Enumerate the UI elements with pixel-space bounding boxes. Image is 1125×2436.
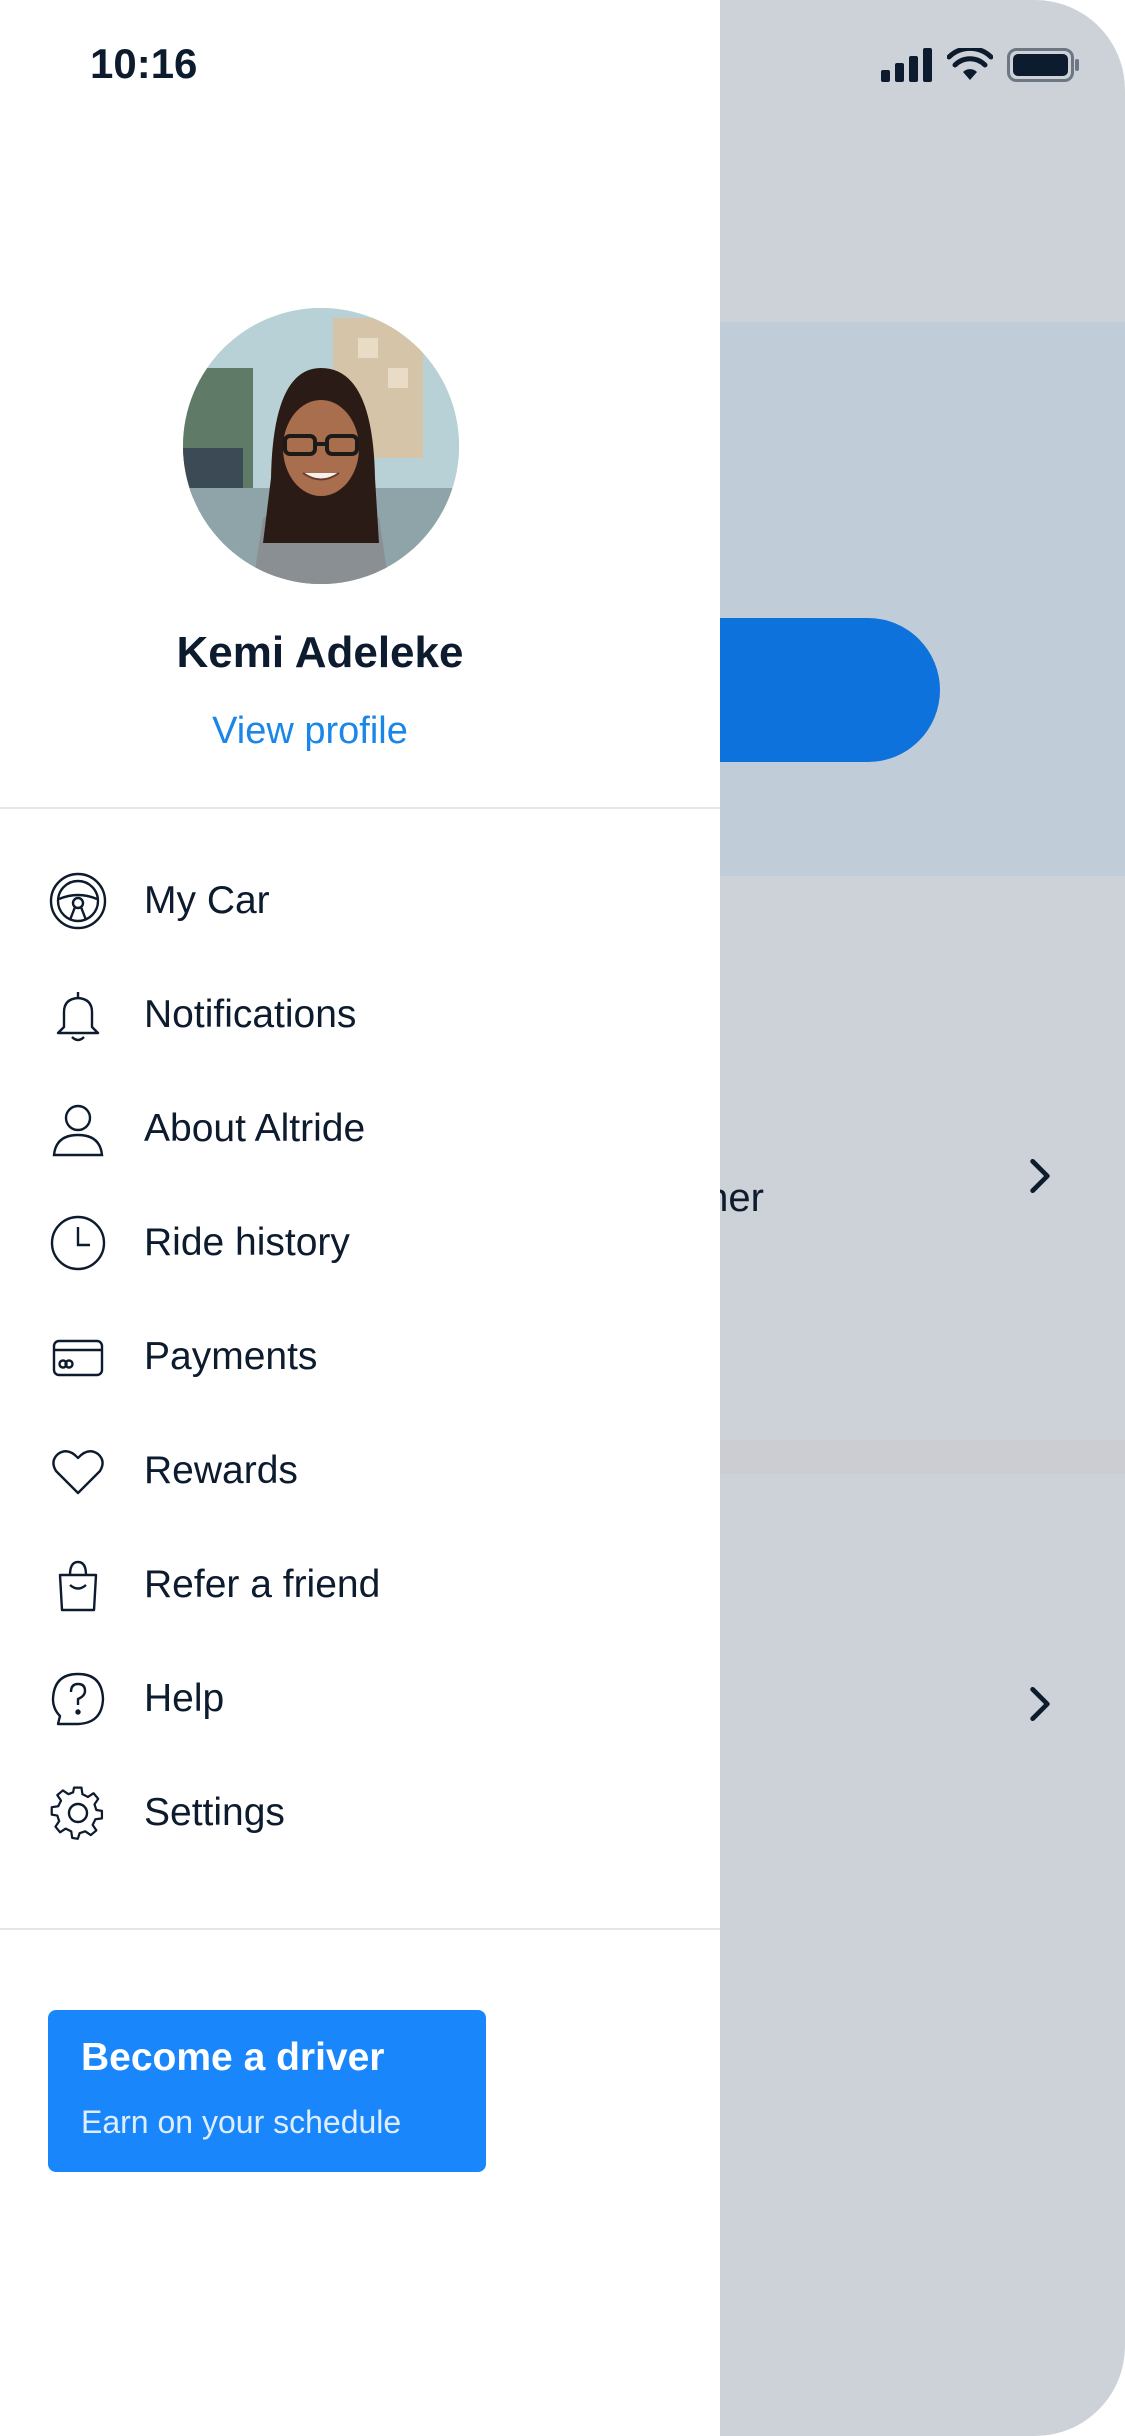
user-name: Kemi Adeleke — [176, 628, 464, 677]
heart-icon — [46, 1439, 110, 1503]
menu-item-label: Ride history — [144, 1221, 350, 1264]
avatar-image — [183, 308, 459, 584]
menu-item-payments[interactable]: Payments — [0, 1300, 720, 1414]
avatar[interactable] — [183, 308, 459, 584]
menu-item-refer-friend[interactable]: Refer a friend — [0, 1528, 720, 1642]
menu-item-about[interactable]: About Altride — [0, 1072, 720, 1186]
menu-item-label: Help — [144, 1677, 225, 1720]
divider — [0, 807, 720, 809]
help-icon — [46, 1667, 110, 1731]
chevron-right-icon[interactable] — [1018, 1154, 1062, 1198]
become-driver-button[interactable]: Become a driver Earn on your schedule — [48, 2010, 486, 2172]
menu-item-notifications[interactable]: Notifications — [0, 958, 720, 1072]
status-icons — [881, 48, 1081, 82]
menu-item-label: Notifications — [144, 993, 357, 1036]
menu-item-label: Refer a friend — [144, 1563, 381, 1606]
divider — [0, 1928, 720, 1930]
wifi-icon — [947, 48, 993, 80]
menu-item-ride-history[interactable]: Ride history — [0, 1186, 720, 1300]
view-profile-link[interactable]: View profile — [0, 710, 620, 753]
gear-icon — [46, 1781, 110, 1845]
menu-list: My Car Notifications About Altride Ride … — [0, 844, 720, 1870]
menu-item-label: Settings — [144, 1791, 285, 1834]
menu-item-settings[interactable]: Settings — [0, 1756, 720, 1870]
signal-icon — [881, 48, 932, 82]
clock-icon — [46, 1211, 110, 1275]
user-icon — [46, 1097, 110, 1161]
menu-item-label: About Altride — [144, 1107, 366, 1150]
status-time: 10:16 — [90, 40, 198, 87]
navigation-drawer: Kemi Adeleke View profile My Car Notific… — [0, 0, 720, 2436]
steering-wheel-icon — [46, 869, 110, 933]
menu-item-label: My Car — [144, 879, 270, 922]
menu-item-label: Rewards — [144, 1449, 298, 1492]
shopping-bag-icon — [46, 1553, 110, 1617]
driver-card-subtitle: Earn on your schedule — [81, 2104, 402, 2140]
menu-item-help[interactable]: Help — [0, 1642, 720, 1756]
menu-item-label: Payments — [144, 1335, 318, 1378]
battery-icon — [1007, 48, 1079, 82]
menu-item-rewards[interactable]: Rewards — [0, 1414, 720, 1528]
driver-card-title: Become a driver — [81, 2036, 385, 2079]
menu-item-my-car[interactable]: My Car — [0, 844, 720, 958]
chevron-right-icon[interactable] — [1018, 1682, 1062, 1726]
credit-card-icon — [46, 1325, 110, 1389]
bell-icon — [46, 983, 110, 1047]
